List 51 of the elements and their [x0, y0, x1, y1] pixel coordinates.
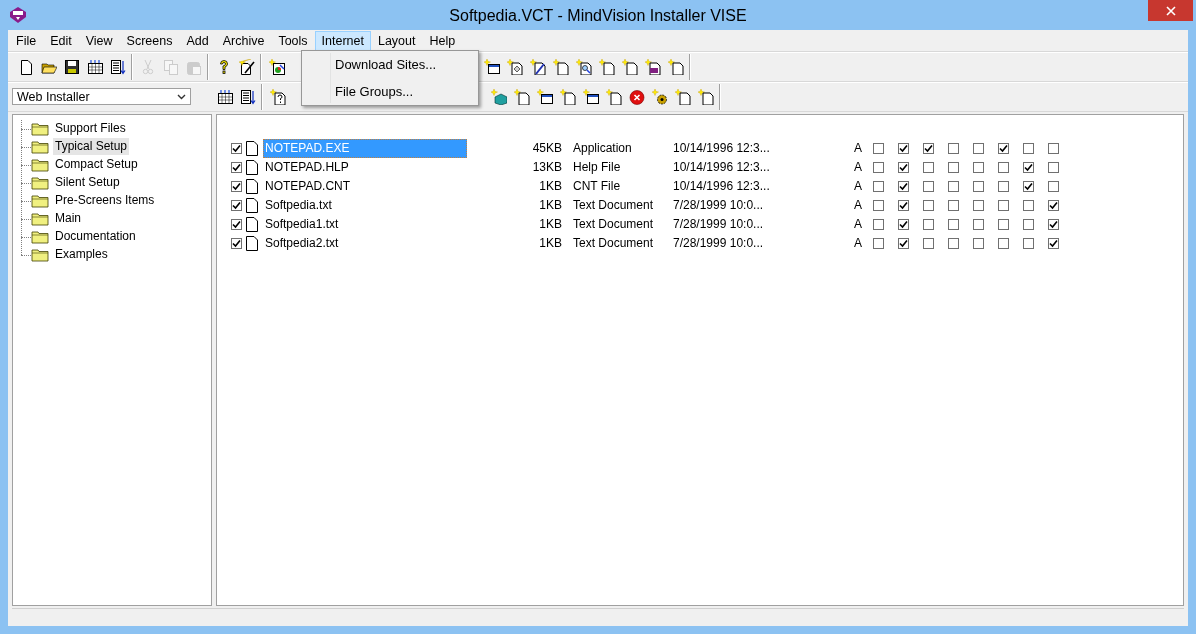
tree-item[interactable]: Compact Setup	[53, 156, 140, 174]
file-date: 10/14/1996 12:3...	[673, 179, 771, 194]
menu-item[interactable]: View	[78, 31, 120, 51]
menu-item[interactable]: Add	[179, 31, 216, 51]
file-type: Text Document	[573, 236, 655, 251]
tree-item[interactable]: Main	[53, 210, 83, 228]
file-name[interactable]: NOTEPAD.HLP	[263, 157, 467, 177]
menu-option[interactable]: File Groups...	[335, 80, 476, 104]
file-type: Text Document	[573, 198, 655, 213]
file-date: 7/28/1999 10:0...	[673, 236, 765, 251]
file-date: 7/28/1999 10:0...	[673, 198, 765, 213]
file-name[interactable]: NOTEPAD.CNT	[263, 176, 467, 196]
menu-option[interactable]: Download Sites...	[335, 53, 476, 77]
tree-item[interactable]: Pre-Screens Items	[53, 192, 157, 210]
file-type: Text Document	[573, 217, 655, 232]
menu-item[interactable]: Help	[422, 31, 463, 51]
file-date: 10/14/1996 12:3...	[673, 160, 771, 175]
attribute-text: A	[854, 160, 863, 175]
file-date: 10/14/1996 12:3...	[673, 141, 771, 156]
attribute-text: A	[854, 179, 863, 194]
tree-item[interactable]: Examples	[53, 246, 110, 264]
menu-item[interactable]: Edit	[43, 31, 79, 51]
file-type: Application	[573, 141, 633, 156]
tree-item[interactable]: Typical Setup	[53, 138, 130, 156]
file-size: 1KB	[538, 217, 562, 232]
file-size: 1KB	[538, 198, 562, 213]
tree-item[interactable]: Support Files	[53, 120, 128, 138]
attribute-text: A	[854, 236, 863, 251]
file-name[interactable]: Softpedia1.txt	[263, 214, 467, 234]
file-size: 1KB	[538, 179, 562, 194]
installer-dropdown[interactable]: Web Installer	[12, 88, 191, 106]
attribute-text: A	[854, 217, 863, 232]
menu-item[interactable]: Layout	[370, 31, 423, 51]
window-title: Softpedia.VCT - MindVision Installer VISE	[449, 6, 747, 26]
menu-item[interactable]: File	[9, 31, 44, 51]
file-date: 7/28/1999 10:0...	[673, 217, 765, 232]
file-type: CNT File	[573, 179, 622, 194]
menu-item[interactable]: Tools	[271, 31, 315, 51]
tree-item[interactable]: Silent Setup	[53, 174, 122, 192]
file-name[interactable]: Softpedia.txt	[263, 195, 467, 215]
file-size: 13KB	[531, 160, 562, 175]
file-type: Help File	[573, 160, 622, 175]
file-name[interactable]: Softpedia2.txt	[263, 233, 467, 253]
menu-item[interactable]: Internet	[314, 31, 371, 51]
attribute-text: A	[854, 141, 863, 156]
attribute-text: A	[854, 198, 863, 213]
menu-item[interactable]: Archive	[215, 31, 272, 51]
menu-item[interactable]: Screens	[119, 31, 180, 51]
file-size: 45KB	[531, 141, 562, 156]
tree-item[interactable]: Documentation	[53, 228, 138, 246]
file-size: 1KB	[538, 236, 562, 251]
